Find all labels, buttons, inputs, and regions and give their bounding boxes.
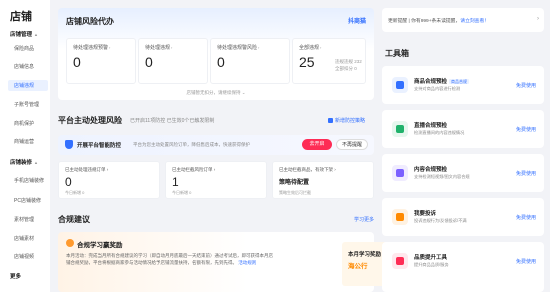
tool-content-precheck[interactable]: 内容合规预检 支持检测短视频/图文内容合规 免费使用 [382,154,544,192]
sidebar-item-store-assets[interactable]: 店铺素材 [14,235,34,242]
stat-sub: 今日新增 0 [65,190,85,195]
sidebar-item-store-info[interactable]: 店铺信息 [14,63,34,70]
stat-value: 25 [299,54,315,70]
chevron-up-icon: ▲ [34,32,38,37]
stat-blocked-products[interactable]: 已主动拦截商品，有效下架 › 策略待配置 策略生效后可拦截 [272,161,374,199]
stat-value: 0 [217,54,225,70]
sidebar-item-assets[interactable]: 素材管理 [14,216,34,223]
view-now-link[interactable]: 请立刻查看！ [460,19,489,24]
banner-desc: 平台为您主动处置风险订单，降低售后成本，快速获得保护 [133,141,250,147]
risk-todo-card: 店铺风险代办 抖商猫 待处理违规预警› 0 待处理违规› 0 待处理违规警风险›… [58,8,374,100]
stat-value: 0 [145,54,153,70]
complaint-icon [392,209,408,225]
free-use-button[interactable]: 免费使用 [516,126,536,133]
stat-blocked-orders[interactable]: 已主动拦截风险订单 › 1 今日新增 0 [165,161,267,199]
banner-title: 开展平台智能防控 [77,143,122,149]
proactive-subtitle: 已开启11项防控 已生效0个已触发限制 [130,118,215,124]
advice-card-desc: 本月活动：完成当月所有合规建议的学习（即自动月月底最后一天结束前）通过考试后，即… [66,253,273,265]
update-notice[interactable]: 更新提醒 | 你有999+条未读提醒，请立刻查看！ › [382,8,544,32]
chevron-right-icon: › [258,45,260,50]
advice-card-title: 合规学习赢奖励 [77,242,123,249]
shield-icon [65,140,73,149]
free-use-button[interactable]: 免费使用 [516,170,536,177]
sidebar-item-pc-decoration[interactable]: PC店铺装修 [14,197,41,204]
reward-icon [66,239,74,247]
risk-title: 店铺风险代办 [66,17,114,26]
advice-card: 合规学习赢奖励 本月活动：完成当月所有合规建议的学习（即自动月月底最后一天结束前… [58,232,414,292]
sidebar: 店铺 店铺管理 ▲ 保险商品 店铺信息 店铺违规 子账号管理 商机保护 商铺运营 … [0,0,50,292]
stat-value: 策略待配置 [279,180,310,186]
shield-icon [392,77,408,93]
sidebar-group-store-decoration[interactable]: 店铺装修 ▲ [10,158,38,166]
enable-button[interactable]: 去开启 [302,139,332,150]
stat-value: 0 [73,54,81,70]
free-use-button[interactable]: 免费使用 [516,82,536,89]
sidebar-item-store-video[interactable]: 店铺视频 [14,253,34,260]
code-icon [392,121,408,137]
learn-more-link[interactable]: 学习更多 [354,216,374,223]
app-title: 店铺 [10,11,32,23]
sidebar-item-mobile-decoration[interactable]: 手机店铺装修 [14,177,44,184]
tool-quality-upgrade[interactable]: 品质提升工具 提升商品品质/服务 免费使用 [382,242,544,292]
sidebar-item-store-violation[interactable]: 店铺违规 [8,80,48,91]
stat-sub: 全部扣分 0 [335,66,357,71]
sidebar-group-store-management[interactable]: 店铺管理 ▲ [10,30,38,38]
chevron-right-icon: › [320,45,322,50]
brand-logo: 抖商猫 [347,19,366,25]
chevron-right-icon: › [171,45,173,50]
free-use-button[interactable]: 免费使用 [516,258,536,265]
tool-live-precheck[interactable]: 直播合规预检 检测直播间的内容违规情况 免费使用 [382,110,544,148]
chevron-right-icon: › [106,167,109,172]
stat-sub: 今日新增 0 [172,190,192,195]
tool-product-precheck[interactable]: 商品合规预检 商品合规 支持对商品内容进行检测 免费使用 [382,66,544,104]
toolbox-title: 工具箱 [385,49,409,58]
chevron-right-icon: › [334,167,336,172]
stat-pending-risk[interactable]: 待处理违规警风险› 0 [210,38,290,84]
stat-all-violations[interactable]: 全部违规› 25 违规违规 232 全部扣分 0 [292,38,366,84]
plus-icon [328,118,333,123]
chevron-right-icon: › [109,45,111,50]
stat-value: 1 [172,175,179,189]
sidebar-item-operation[interactable]: 商铺运营 [14,138,34,145]
chevron-down-icon: ⌄ [241,90,246,95]
add-strategy-link[interactable]: 新增防控策略 [328,117,365,124]
sidebar-item-sub-accounts[interactable]: 子账号管理 [14,101,39,108]
chevron-right-icon: › [213,167,216,172]
free-use-button[interactable]: 免费使用 [516,214,536,221]
proactive-title: 平台主动处理风险 [58,116,122,125]
stat-pending-violation[interactable]: 待处理违规› 0 [138,38,208,84]
risk-footer[interactable]: 店铺暂无扣分，请继续保持 ⌄ [58,90,374,96]
chevron-up-icon: ▲ [34,160,38,165]
sidebar-item-insurance[interactable]: 保险商品 [14,45,34,52]
quality-icon [392,253,408,269]
stat-handled-orders[interactable]: 已主动处理违规订单 › 0 今日新增 0 [58,161,160,199]
sidebar-more[interactable]: 更多 [10,272,21,280]
sidebar-item-opportunity[interactable]: 商机保护 [14,120,34,127]
dismiss-button[interactable]: 不再提醒 [336,139,368,150]
stat-sub: 策略生效后可拦截 [279,190,311,195]
activity-rules-link[interactable]: 活动规则 [238,260,256,265]
stat-sub: 违规违规 232 [335,59,362,64]
chevron-right-icon[interactable]: › [537,16,539,22]
stat-value: 0 [65,175,72,189]
tool-complaint[interactable]: 我要投诉 投诉违规行为/反馈投诉/不满 免费使用 [382,198,544,236]
eye-icon [392,165,408,181]
stat-pending-warning[interactable]: 待处理违规预警› 0 [66,38,136,84]
advice-title: 合规建议 [58,215,90,224]
